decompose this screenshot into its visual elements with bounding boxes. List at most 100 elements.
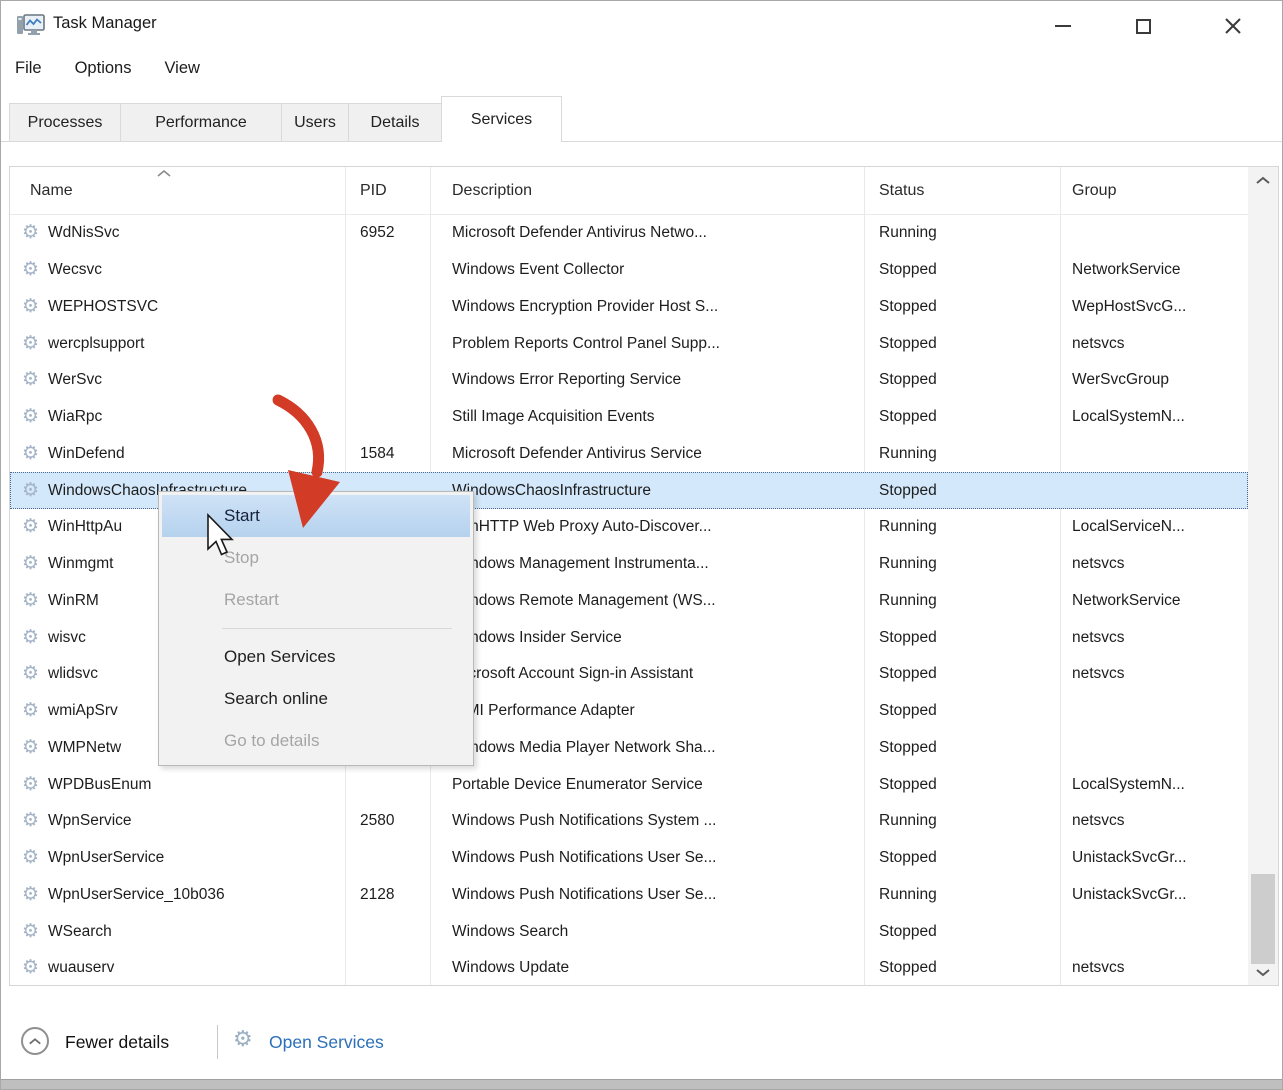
service-gear-icon — [22, 480, 48, 501]
column-header-status[interactable]: Status — [864, 167, 1060, 214]
scroll-up-button[interactable] — [1248, 167, 1278, 193]
cell-group: netsvcs — [1060, 665, 1248, 683]
cell-description: Portable Device Enumerator Service — [430, 776, 864, 794]
context-menu-item-open-services[interactable]: Open Services — [162, 636, 470, 678]
tab-processes[interactable]: Processes — [9, 103, 121, 142]
service-row-windefend[interactable]: WinDefend1584Microsoft Defender Antiviru… — [10, 436, 1248, 473]
service-gear-icon — [22, 369, 48, 390]
column-header-pid[interactable]: PID — [345, 167, 430, 214]
maximize-icon — [1136, 19, 1151, 34]
cell-description: WinHTTP Web Proxy Auto-Discover... — [430, 518, 864, 536]
column-header-group[interactable]: Group — [1060, 167, 1248, 214]
cell-status: Running — [864, 812, 1060, 830]
cell-status: Stopped — [864, 261, 1060, 279]
cell-status: Stopped — [864, 371, 1060, 389]
context-menu-item-go-to-details: Go to details — [162, 720, 470, 762]
service-name: Wecsvc — [48, 261, 102, 279]
service-name: WinHttpAu — [48, 518, 122, 536]
cell-pid: 2128 — [345, 886, 430, 904]
context-menu: StartStopRestartOpen ServicesSearch onli… — [158, 491, 474, 766]
cell-status: Stopped — [864, 849, 1060, 867]
service-gear-icon — [22, 700, 48, 721]
service-name: WinDefend — [48, 445, 125, 463]
cell-name: WinDefend — [10, 443, 345, 465]
footer-divider — [217, 1025, 218, 1059]
cell-description: Windows Update — [430, 959, 864, 977]
service-row-wpnuserservice[interactable]: WpnUserServiceWindows Push Notifications… — [10, 840, 1248, 877]
service-gear-icon — [22, 921, 48, 942]
tab-performance[interactable]: Performance — [120, 103, 282, 142]
column-header-description[interactable]: Description — [430, 167, 864, 214]
cell-name: WdNisSvc — [10, 222, 345, 244]
service-gear-icon — [22, 553, 48, 574]
context-menu-item-restart: Restart — [162, 579, 470, 621]
service-row-wdnissvc[interactable]: WdNisSvc6952Microsoft Defender Antivirus… — [10, 215, 1248, 252]
cell-name: WpnService — [10, 810, 345, 832]
service-gear-icon — [22, 847, 48, 868]
cell-status: Running — [864, 592, 1060, 610]
open-services-link[interactable]: Open Services — [269, 1032, 384, 1053]
service-row-wiarpc[interactable]: WiaRpcStill Image Acquisition EventsStop… — [10, 399, 1248, 436]
cell-status: Stopped — [864, 408, 1060, 426]
fewer-details-button[interactable]: Fewer details — [65, 1032, 169, 1053]
tab-strip: ProcessesPerformanceUsersDetailsServices — [9, 96, 562, 142]
tab-details[interactable]: Details — [348, 103, 442, 142]
close-button[interactable] — [1202, 1, 1264, 51]
cell-group: WerSvcGroup — [1060, 371, 1248, 389]
cell-status: Stopped — [864, 629, 1060, 647]
window-bottom-edge — [1, 1079, 1282, 1089]
chevron-up-circle-icon — [21, 1027, 49, 1055]
vertical-scrollbar[interactable] — [1248, 167, 1278, 985]
cell-group: netsvcs — [1060, 555, 1248, 573]
service-row-wpdbusenum[interactable]: WPDBusEnum Portable Device Enumerator Ser… — [10, 766, 1248, 803]
title-bar: Task Manager — [1, 1, 1282, 51]
tab-users[interactable]: Users — [281, 103, 349, 142]
service-row-wpnservice[interactable]: WpnService2580Windows Push Notifications… — [10, 803, 1248, 840]
scrollbar-thumb[interactable] — [1251, 874, 1275, 964]
menu-file[interactable]: File — [15, 59, 42, 78]
cell-description: Windows Push Notifications User Se... — [430, 886, 864, 904]
service-row-wersvc[interactable]: WerSvcWindows Error Reporting ServiceSto… — [10, 362, 1248, 399]
cell-status: Stopped — [864, 298, 1060, 316]
minimize-icon — [1055, 25, 1071, 27]
cell-status: Stopped — [864, 776, 1060, 794]
cell-name: WpnUserService_10b036 — [10, 884, 345, 906]
task-manager-icon — [15, 11, 45, 41]
cell-group: netsvcs — [1060, 335, 1248, 353]
table-header: Name PID Description Status Group — [10, 167, 1248, 215]
cell-name: WPDBusEnum — [10, 774, 345, 796]
menu-options[interactable]: Options — [75, 59, 132, 78]
service-name: WinRM — [48, 592, 99, 610]
context-menu-item-start[interactable]: Start — [162, 495, 470, 537]
service-name: wisvc — [48, 629, 86, 647]
scroll-down-button[interactable] — [1248, 959, 1278, 985]
service-row-wsearch[interactable]: WSearchWindows SearchStopped — [10, 913, 1248, 950]
cell-name: WiaRpc — [10, 406, 345, 428]
minimize-button[interactable] — [1032, 1, 1094, 51]
cell-description: Problem Reports Control Panel Supp... — [430, 335, 864, 353]
cell-name: Wecsvc — [10, 259, 345, 281]
cell-name: WEPHOSTSVC — [10, 296, 345, 318]
service-row-wephostsvc[interactable]: WEPHOSTSVCWindows Encryption Provider Ho… — [10, 289, 1248, 326]
service-row-wuauserv[interactable]: wuauservWindows UpdateStoppednetsvcs — [10, 950, 1248, 985]
cell-status: Stopped — [864, 665, 1060, 683]
menu-view[interactable]: View — [164, 59, 199, 78]
service-gear-icon — [22, 627, 48, 648]
service-name: WerSvc — [48, 371, 102, 389]
service-row-wpnuserservice-10b036[interactable]: WpnUserService_10b0362128Windows Push No… — [10, 877, 1248, 914]
context-menu-item-search-online[interactable]: Search online — [162, 678, 470, 720]
service-gear-icon — [22, 810, 48, 831]
service-row-wercplsupport[interactable]: wercplsupport Problem Reports Control Pan… — [10, 325, 1248, 362]
service-name: wercplsupport — [48, 335, 145, 353]
service-gear-icon — [22, 884, 48, 905]
tab-services[interactable]: Services — [441, 96, 562, 142]
cell-name: wuauserv — [10, 957, 345, 979]
service-name: wuauserv — [48, 959, 114, 977]
services-gear-icon — [233, 1027, 253, 1052]
cell-description: Windows Push Notifications User Se... — [430, 849, 864, 867]
cell-description: Windows Media Player Network Sha... — [430, 739, 864, 757]
maximize-button[interactable] — [1112, 1, 1174, 51]
cell-status: Stopped — [864, 702, 1060, 720]
column-header-name[interactable]: Name — [10, 167, 345, 214]
service-row-wecsvc[interactable]: WecsvcWindows Event CollectorStoppedNetw… — [10, 252, 1248, 289]
